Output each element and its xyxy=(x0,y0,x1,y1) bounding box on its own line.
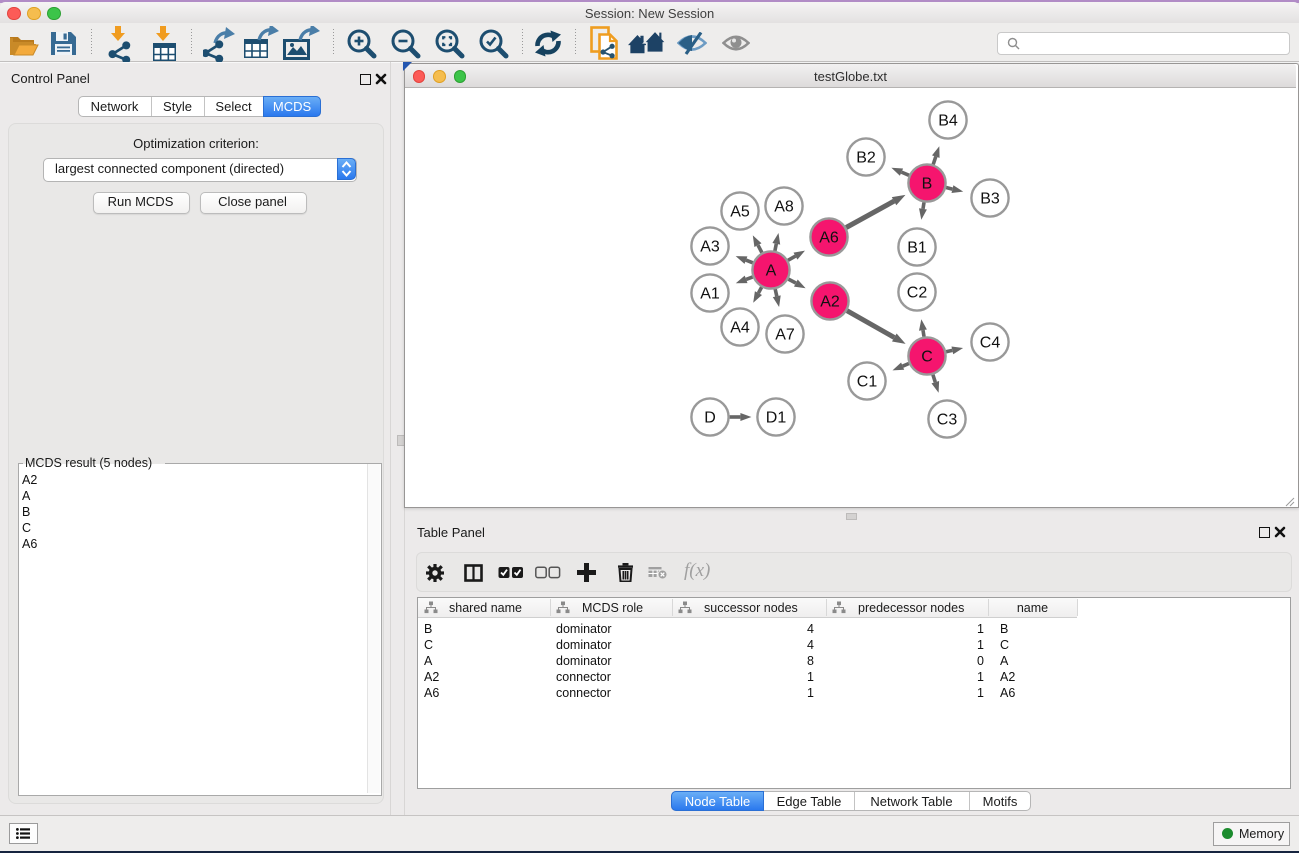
svg-text:C3: C3 xyxy=(937,412,958,429)
svg-text:A1: A1 xyxy=(700,286,720,303)
svg-text:A: A xyxy=(766,263,777,280)
svg-text:A6: A6 xyxy=(819,230,839,247)
svg-text:C: C xyxy=(921,349,933,366)
svg-text:B1: B1 xyxy=(907,240,927,257)
svg-text:A4: A4 xyxy=(730,320,750,337)
svg-text:A7: A7 xyxy=(775,327,795,344)
svg-text:C1: C1 xyxy=(857,374,878,391)
svg-text:B2: B2 xyxy=(856,150,876,167)
svg-text:B3: B3 xyxy=(980,191,1000,208)
svg-text:A8: A8 xyxy=(774,199,794,216)
svg-text:B4: B4 xyxy=(938,113,958,130)
svg-text:A5: A5 xyxy=(730,204,750,221)
svg-text:D: D xyxy=(704,410,716,427)
svg-text:A3: A3 xyxy=(700,239,720,256)
svg-text:D1: D1 xyxy=(766,410,787,427)
svg-text:C2: C2 xyxy=(907,285,928,302)
svg-text:B: B xyxy=(922,176,933,193)
svg-text:C4: C4 xyxy=(980,335,1001,352)
svg-text:A2: A2 xyxy=(820,294,840,311)
